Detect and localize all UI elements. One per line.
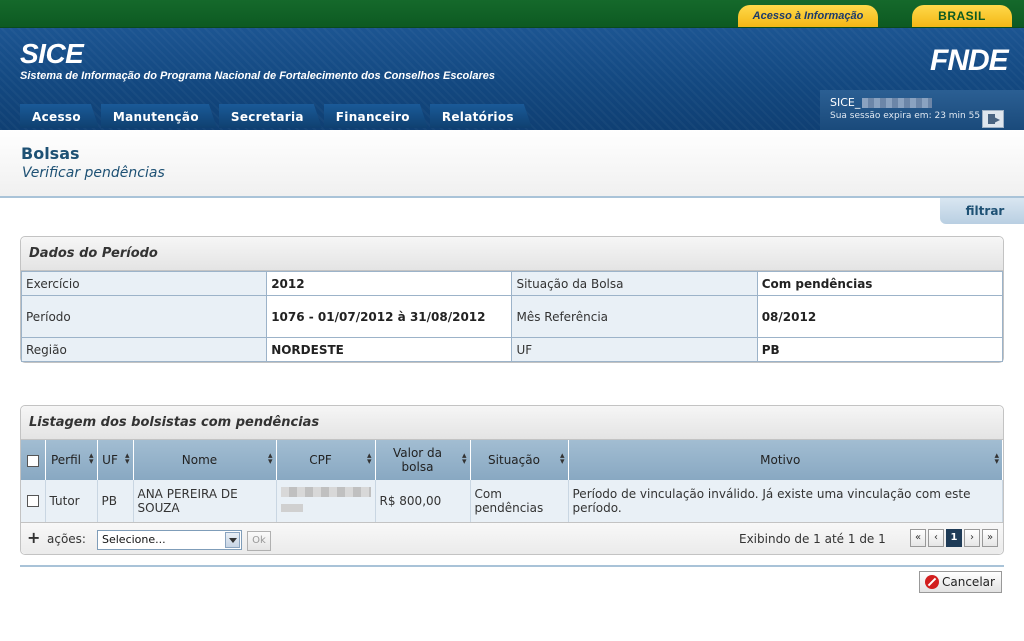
cell-motivo: Período de vinculação inválido. Já exist… <box>568 480 1003 523</box>
page-title: Bolsas <box>21 144 80 163</box>
acoes-label: ações: <box>47 532 86 546</box>
divider <box>20 565 1004 567</box>
pager-text: Exibindo de 1 até 1 de 1 <box>739 532 886 546</box>
nav-item-secretaria[interactable]: Secretaria <box>219 104 322 128</box>
listing-panel: Listagem dos bolsistas com pendências Pe… <box>20 405 1004 555</box>
session-user: SICE_ <box>830 96 933 109</box>
redacted-cpf <box>280 504 303 513</box>
acoes-select[interactable]: Selecione... <box>97 530 242 550</box>
nav-item-acesso[interactable]: Acesso <box>20 104 99 128</box>
column-header-label: UF <box>102 453 118 467</box>
select-all-checkbox[interactable] <box>26 454 39 467</box>
redacted-cpf <box>280 487 371 498</box>
session-panel: SICE_ Sua sessão expira em: 23 min 55 <box>820 90 1024 130</box>
field-label: Período <box>20 295 268 338</box>
cancel-button-label: Cancelar <box>942 575 995 589</box>
last-page-button[interactable]: » <box>982 529 998 547</box>
cell-perfil: Tutor <box>45 480 98 523</box>
table-header-row: Perfil ▴ ▾ UF ▴ ▾ Nome ▴ ▾ CPF ▴ ▾ Valor da bols… <box>21 440 1003 480</box>
field-value: 1076 - 01/07/2012 à 31/08/2012 <box>266 295 513 338</box>
logout-icon[interactable] <box>982 110 1004 128</box>
table-row: Tutor PB ANA PEREIRA DE SOUZA R$ 800,00 … <box>21 480 1003 523</box>
sort-icon: ▴ ▾ <box>124 451 130 467</box>
next-page-button[interactable]: › <box>964 529 980 547</box>
acesso-informacao-link[interactable]: Acesso à Informação <box>738 5 878 27</box>
chevron-down-icon[interactable] <box>225 532 240 548</box>
column-header-nome[interactable]: Nome ▴ ▾ <box>133 440 277 480</box>
first-page-button[interactable]: « <box>910 529 926 547</box>
cell-nome: ANA PEREIRA DE SOUZA <box>133 480 277 523</box>
app-subtitle: Sistema de Informação do Programa Nacion… <box>20 70 495 82</box>
brasil-link[interactable]: BRASIL <box>912 5 1012 27</box>
column-header-label: Nome <box>181 453 218 467</box>
sort-icon: ▴ ▾ <box>994 451 999 467</box>
period-table: Exercício 2012 Situação da Bolsa Com pen… <box>20 271 1004 362</box>
government-bar: Acesso à Informação BRASIL <box>0 0 1024 28</box>
period-row: Exercício 2012 Situação da Bolsa Com pen… <box>20 271 1004 296</box>
page-subtitle: Verificar pendências <box>22 165 165 181</box>
nav-item-relatorios[interactable]: Relatórios <box>430 104 532 128</box>
field-value: 2012 <box>266 271 513 296</box>
previous-page-button[interactable]: ‹ <box>928 529 944 547</box>
listing-panel-header: Listagem dos bolsistas com pendências <box>21 406 1003 440</box>
column-header-valor[interactable]: Valor da bolsa ▴ ▾ <box>375 440 471 480</box>
nav-item-manutencao[interactable]: Manutenção <box>101 104 217 128</box>
current-page-button[interactable]: 1 <box>946 529 962 547</box>
main-nav: Acesso Manutenção Secretaria Financeiro … <box>20 104 534 128</box>
column-header-situacao[interactable]: Situação ▴ ▾ <box>470 440 569 480</box>
cell-cpf <box>276 480 376 523</box>
ok-button[interactable]: Ok <box>247 531 271 551</box>
row-select-cell <box>21 480 46 523</box>
field-value: PB <box>756 337 1004 362</box>
pagination: « ‹ 1 › » <box>910 529 1000 547</box>
column-header-uf[interactable]: UF ▴ ▾ <box>97 440 134 480</box>
select-all-header <box>21 440 46 480</box>
app-title: SICE <box>20 38 84 69</box>
cancel-button[interactable]: Cancelar <box>919 571 1002 593</box>
period-row: Região NORDESTE UF PB <box>20 337 1004 362</box>
filter-button[interactable]: filtrar <box>940 198 1024 224</box>
period-row: Período 1076 - 01/07/2012 à 31/08/2012 M… <box>20 295 1004 338</box>
sort-icon: ▴ ▾ <box>461 451 467 467</box>
field-label: Região <box>20 337 268 362</box>
row-checkbox[interactable] <box>26 495 39 508</box>
column-header-cpf[interactable]: CPF ▴ ▾ <box>276 440 376 480</box>
period-panel: Dados do Período Exercício 2012 Situação… <box>20 236 1004 363</box>
cancel-icon <box>925 575 939 589</box>
field-label: Exercício <box>20 271 268 296</box>
field-value: 08/2012 <box>756 295 1004 338</box>
field-label: UF <box>511 337 758 362</box>
sort-icon: ▴ ▾ <box>366 451 372 467</box>
field-value: NORDESTE <box>266 337 513 362</box>
listing-footer: + ações: Selecione... Ok Exibindo de 1 a… <box>21 522 1003 554</box>
sort-icon: ▴ ▾ <box>88 451 94 467</box>
session-user-label: SICE_ <box>830 96 861 109</box>
column-header-label: Motivo <box>760 453 801 467</box>
column-header-perfil[interactable]: Perfil ▴ ▾ <box>45 440 98 480</box>
period-panel-header: Dados do Período <box>21 237 1003 271</box>
cell-situacao: Com pendências <box>470 480 569 523</box>
column-header-label: Situação <box>488 453 540 467</box>
acoes-select-value: Selecione... <box>102 533 166 546</box>
fnde-logo: FNDE <box>930 44 1009 77</box>
listing-table: Perfil ▴ ▾ UF ▴ ▾ Nome ▴ ▾ CPF ▴ ▾ Valor da bols… <box>21 440 1003 523</box>
column-header-label: CPF <box>309 453 332 467</box>
app-header: SICE Sistema de Informação do Programa N… <box>0 28 1024 130</box>
page-heading: Bolsas Verificar pendências <box>0 130 1024 198</box>
column-header-label: Perfil <box>50 453 82 467</box>
cell-uf: PB <box>97 480 134 523</box>
sort-icon: ▴ ▾ <box>559 451 565 467</box>
column-header-motivo[interactable]: Motivo ▴ ▾ <box>568 440 1003 480</box>
nav-item-financeiro[interactable]: Financeiro <box>324 104 428 128</box>
redacted-username <box>862 98 933 108</box>
sort-icon: ▴ ▾ <box>267 451 273 467</box>
cell-valor: R$ 800,00 <box>375 480 471 523</box>
plus-icon[interactable]: + <box>27 528 40 547</box>
field-label: Situação da Bolsa <box>511 271 758 296</box>
column-header-label: Valor da bolsa <box>392 446 443 474</box>
field-label: Mês Referência <box>511 295 758 338</box>
session-expire-text: Sua sessão expira em: 23 min 55 <box>830 111 981 121</box>
field-value: Com pendências <box>756 271 1004 296</box>
